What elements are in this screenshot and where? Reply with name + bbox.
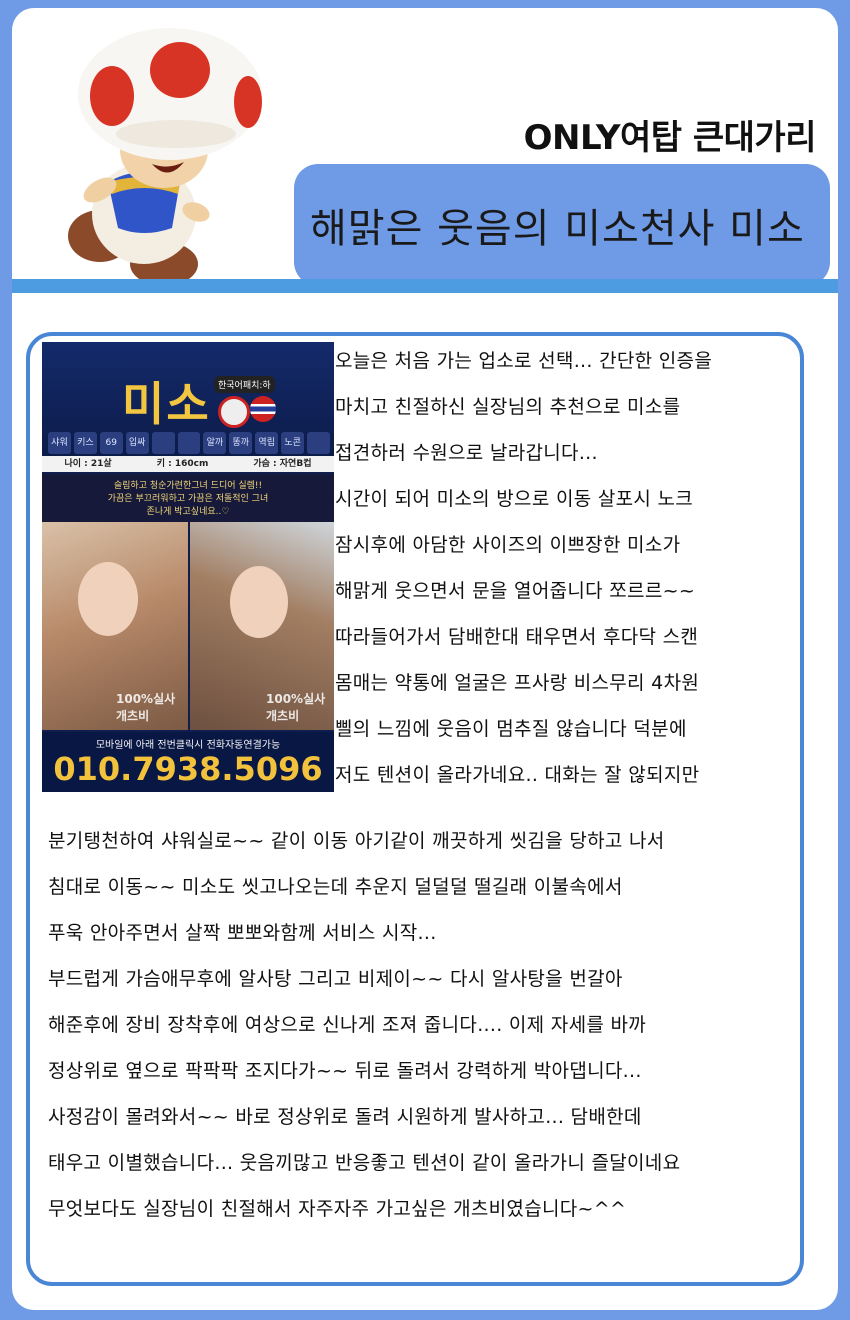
review-line: 마치고 친절하신 실장님의 추천으로 미소를 — [335, 396, 681, 418]
ad-stat-age: 나이 : 21살 — [64, 459, 112, 469]
ad-tag: 키스 — [73, 432, 97, 454]
review-line: 접견하러 수원으로 날라갑니다... — [335, 442, 598, 464]
ad-brand: 미소 — [122, 377, 211, 431]
review-line: 정상위로 옆으로 팍팍팍 조지다가~~ 뒤로 돌려서 강력하게 박아댑니다... — [48, 1060, 642, 1082]
ad-stat-height: 키 : 160cm — [156, 459, 209, 469]
review-line: 푸욱 안아주면서 살짝 뽀뽀와함께 서비스 시작... — [48, 922, 437, 944]
ad-tag: 샤워BJ — [48, 432, 71, 470]
ad-banner-image: 미소 한국어패치:하 샤워BJ 키스 69 입싸(문의) 알까시 똥까시 역립 … — [42, 342, 334, 792]
ad-tag: 알까시 — [203, 432, 227, 470]
review-line: 몸매는 약통에 얼굴은 프사랑 비스무리 4차원 — [335, 672, 700, 694]
review-line: 사정감이 몰려와서~~ 바로 정상위로 돌려 시원하게 발사하고... 담배한데 — [48, 1106, 642, 1128]
ad-photo-face — [230, 566, 288, 638]
review-line: 태우고 이별했습니다... 웃음끼많고 반응좋고 텐션이 같이 올라가니 즐달이… — [48, 1152, 681, 1174]
ad-tag: 역립 — [255, 432, 279, 454]
ad-slogan: 슬림하고 청순가련한그녀 드디어 실렘!! 가끔은 부끄러워하고 가끔은 저돌적… — [42, 474, 334, 526]
no-smoking-icon — [218, 396, 250, 428]
header-divider — [12, 279, 838, 293]
review-line: 해맑게 웃으면서 문을 열어줍니다 쪼르르~~ — [335, 580, 696, 602]
header: ONLY여탑 큰대가리 해맑은 웃음의 미소천사 미소 — [12, 8, 838, 286]
ad-photo-left: 100%실사 개츠비 — [42, 522, 188, 730]
mushroom-mascot-image — [68, 28, 262, 286]
review-line: 시간이 되어 미소의 방으로 이동 살포시 노크 — [335, 488, 694, 510]
ad-tag: 입싸(문의) — [125, 432, 149, 492]
title-banner: 해맑은 웃음의 미소천사 미소 — [294, 164, 830, 286]
ad-watermark-left: 100%실사 개츠비 — [116, 692, 176, 723]
review-line: 해준후에 장비 장착후에 여상으로 신나게 조져 줍니다.... 이제 자세를 … — [48, 1014, 647, 1036]
review-line: 따라들어가서 담배한대 태우면서 후다닥 스캔 — [335, 626, 699, 648]
ad-photo-right: 100%실사 개츠비 — [190, 522, 334, 730]
review-line: 잠시후에 아담한 사이즈의 이쁘장한 미소가 — [335, 534, 681, 556]
ad-stat-bust: 가슴 : 자연B컵 — [253, 459, 312, 469]
review-line: 삘의 느낌에 웃음이 멈추질 않습니다 덕분에 — [335, 718, 687, 740]
ad-tag — [177, 432, 201, 454]
ad-tag — [307, 432, 330, 454]
review-line: 분기탱천하여 샤워실로~~ 같이 이동 아기같이 깨끗하게 씻김을 당하고 나서 — [48, 830, 665, 852]
ad-tag: 똥까시 — [229, 432, 253, 470]
site-name: ONLY여탑 큰대가리 — [523, 118, 817, 158]
review-line: 오늘은 처음 가는 업소로 선택... 간단한 인증을 — [335, 350, 713, 372]
ad-stats: 나이 : 21살 키 : 160cm 가슴 : 자연B컵 — [42, 456, 334, 472]
ad-tag: 노콘(문의) — [281, 432, 305, 492]
ad-contact: 모바일에 아래 전번클릭시 전화자동연결가능 010.7938.5096 — [42, 732, 334, 792]
review-line: 부드럽게 가슴애무후에 알사탕 그리고 비제이~~ 다시 알사탕을 번갈아 — [48, 968, 623, 990]
review-line: 저도 텐션이 올라가네요.. 대화는 잘 않되지만 — [335, 764, 700, 786]
ad-phone-number: 010.7938.5096 — [53, 750, 323, 788]
ad-slogan-line: 슬림하고 청순가련한그녀 드디어 실렘!! — [113, 481, 263, 491]
ad-tag: 69 — [99, 432, 123, 454]
ad-slogan-line: 존나게 박고싶네요..♡ — [146, 507, 230, 517]
ad-badge: 한국어패치:하 — [214, 376, 275, 393]
ad-contact-note: 모바일에 아래 전번클릭시 전화자동연결가능 — [95, 740, 281, 751]
ad-tag — [151, 432, 175, 454]
post-title: 해맑은 웃음의 미소천사 미소 — [310, 206, 805, 252]
ad-slogan-line: 가끔은 부끄러워하고 가끔은 저돌적인 그녀 — [107, 494, 269, 504]
ad-watermark-right: 100%실사 개츠비 — [266, 692, 326, 723]
review-line: 침대로 이동~~ 미소도 씻고나오는데 추운지 덜덜덜 떨길래 이불속에서 — [48, 876, 623, 898]
review-line: 무엇보다도 실장님이 친절해서 자주자주 가고싶은 개츠비였습니다~^^ — [48, 1198, 627, 1220]
thailand-flag-icon — [250, 396, 276, 422]
ad-photo-face — [78, 562, 138, 636]
ad-tag-row: 샤워BJ 키스 69 입싸(문의) 알까시 똥까시 역립 노콘(문의) — [48, 432, 330, 492]
